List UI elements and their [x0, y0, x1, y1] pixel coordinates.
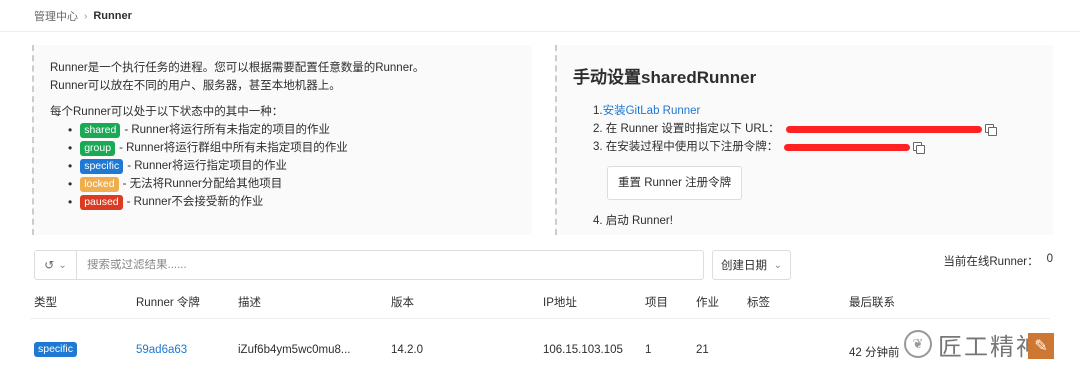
filter-bar: ↺ ⌄ — [34, 250, 704, 280]
setup-title: 手动设置sharedRunner — [573, 68, 757, 87]
runner-token-link[interactable]: 59ad6a63 — [136, 344, 187, 356]
breadcrumb: 管理中心 › Runner — [34, 8, 132, 24]
state-item-locked: locked- 无法将Runner分配给其他项目 — [68, 175, 516, 193]
state-item-group: group- Runner将运行群组中所有未指定项目的作业 — [68, 139, 516, 157]
manual-setup-panel: 手动设置sharedRunner 1. 安装GitLab Runner 2. 在… — [555, 45, 1053, 235]
online-count: 0 — [1046, 253, 1053, 265]
runner-info-panel: Runner是一个执行任务的进程。您可以根据需要配置任意数量的Runner。 R… — [32, 45, 532, 235]
runner-projects: 1 — [645, 344, 652, 356]
state-item-specific: specific- Runner将运行指定项目的作业 — [68, 157, 516, 175]
history-icon: ↺ — [44, 258, 55, 272]
runner-description: iZuf6b4ym5wc0mu8... — [238, 344, 351, 356]
setup-step-3: 3. 在安装过程中使用以下注册令牌： — [593, 138, 1037, 156]
sort-dropdown[interactable]: 创建日期 ⌄ — [712, 250, 791, 280]
breadcrumb-current: Runner — [93, 10, 132, 22]
col-ip: IP地址 — [543, 297, 577, 309]
runner-jobs: 21 — [696, 344, 709, 356]
setup-step-1: 1. 安装GitLab Runner — [593, 102, 1037, 120]
col-type: 类型 — [34, 297, 57, 309]
col-projects: 项目 — [645, 297, 668, 309]
sort-label: 创建日期 — [721, 260, 767, 272]
state-desc: - Runner将运行所有未指定的项目的作业 — [124, 124, 331, 136]
runner-ip: 106.15.103.105 — [543, 344, 623, 356]
edit-icon[interactable]: ✎ — [1028, 333, 1054, 359]
runner-last-contact: 42 分钟前 — [849, 347, 900, 359]
state-desc: - 无法将Runner分配给其他项目 — [122, 178, 283, 190]
watermark: ❦ 匠工精神 — [904, 326, 1042, 362]
col-tags: 标签 — [747, 297, 770, 309]
chevron-down-icon: ⌄ — [58, 259, 67, 271]
state-desc: - Runner不会接受新的作业 — [126, 196, 264, 208]
intro-line-2: Runner可以放在不同的用户、服务器，甚至本地机器上。 — [50, 80, 341, 92]
runner-version: 14.2.0 — [391, 344, 423, 356]
setup-steps: 1. 安装GitLab Runner 2. 在 Runner 设置时指定以下 U… — [593, 102, 1037, 230]
state-item-shared: shared- Runner将运行所有未指定的项目的作业 — [68, 121, 516, 139]
runners-table-header: 类型 Runner 令牌 描述 版本 IP地址 项目 作业 标签 最后联系 — [0, 294, 1080, 309]
header-divider — [0, 31, 1080, 32]
col-token: Runner 令牌 — [136, 297, 200, 309]
copy-token-icon[interactable] — [913, 141, 926, 154]
setup-step-4: 4. 启动 Runner! — [593, 212, 1037, 230]
wechat-icon: ❦ — [904, 330, 932, 358]
breadcrumb-admin-link[interactable]: 管理中心 — [34, 8, 78, 24]
watermark-text: 匠工精神 — [938, 332, 1042, 361]
specific-badge: specific — [80, 158, 124, 174]
redacted-token — [784, 143, 911, 151]
step-4-text: 4. 启动 Runner! — [593, 215, 673, 227]
group-badge: group — [80, 140, 116, 156]
col-description: 描述 — [238, 297, 261, 309]
states-intro: 每个Runner可以处于以下状态中的其中一种： — [50, 106, 284, 118]
col-jobs: 作业 — [696, 297, 719, 309]
setup-step-2: 2. 在 Runner 设置时指定以下 URL： — [593, 120, 1037, 138]
state-item-paused: paused- Runner不会接受新的作业 — [68, 193, 516, 211]
online-runners-count: 当前在线Runner： 0 — [943, 253, 1053, 269]
state-desc: - Runner将运行指定项目的作业 — [127, 160, 287, 172]
step-2-text: 2. 在 Runner 设置时指定以下 URL： — [593, 123, 780, 135]
copy-url-icon[interactable] — [984, 123, 997, 136]
state-desc: - Runner将运行群组中所有未指定项目的作业 — [119, 142, 348, 154]
paused-badge: paused — [80, 194, 123, 210]
reset-token-button[interactable]: 重置 Runner 注册令牌 — [607, 166, 743, 200]
col-last-contact: 最后联系 — [849, 297, 895, 309]
runner-type-badge: specific — [34, 342, 78, 357]
chevron-right-icon: › — [84, 10, 88, 22]
search-input[interactable] — [77, 259, 703, 271]
table-divider — [30, 318, 1050, 319]
shared-badge: shared — [80, 122, 121, 138]
install-runner-link[interactable]: 安装GitLab Runner — [603, 102, 701, 120]
redacted-url — [785, 125, 982, 133]
online-label: 当前在线Runner： — [943, 256, 1039, 268]
state-list: shared- Runner将运行所有未指定的项目的作业 group- Runn… — [68, 121, 516, 211]
recent-searches-button[interactable]: ↺ ⌄ — [35, 251, 77, 279]
chevron-down-icon: ⌄ — [773, 259, 782, 271]
intro-text: Runner是一个执行任务的进程。您可以根据需要配置任意数量的Runner。 R… — [50, 59, 516, 95]
step-3-text: 3. 在安装过程中使用以下注册令牌： — [593, 141, 779, 153]
col-version: 版本 — [391, 297, 414, 309]
intro-line-1: Runner是一个执行任务的进程。您可以根据需要配置任意数量的Runner。 — [50, 62, 425, 74]
locked-badge: locked — [80, 176, 119, 192]
step-1-number: 1. — [593, 105, 603, 117]
